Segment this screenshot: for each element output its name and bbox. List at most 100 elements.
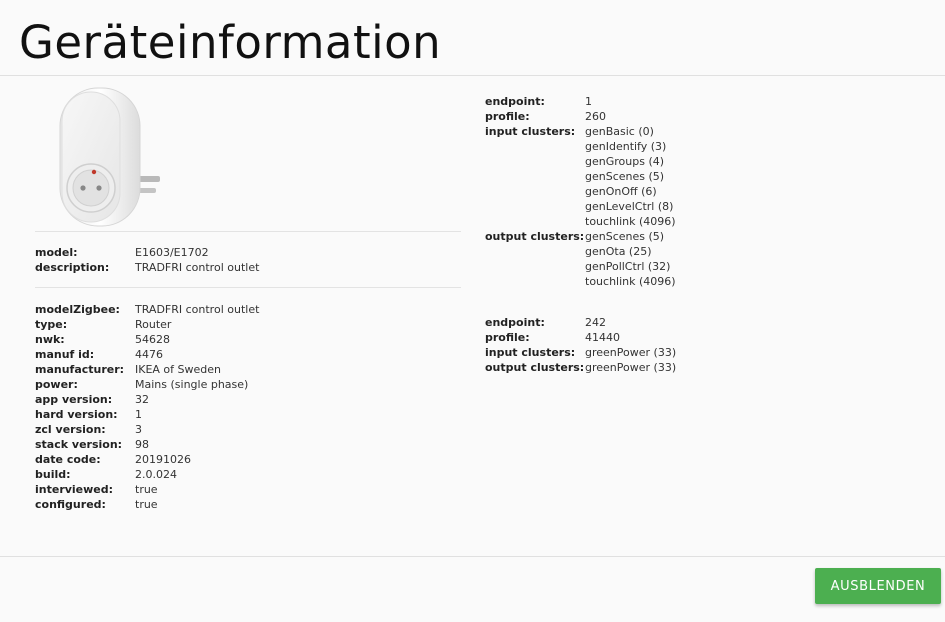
detail-key: configured: — [35, 498, 106, 511]
endpoint-value: 1 — [585, 95, 592, 108]
input-clusters-row: input clusters: genBasic (0) — [485, 124, 676, 139]
output-clusters-row: output clusters: greenPower (33) — [485, 360, 676, 375]
detail-row: nwk: 54628 — [35, 332, 259, 347]
detail-row: manufacturer: IKEA of Sweden — [35, 362, 259, 377]
cluster-item: genScenes (5) — [585, 230, 665, 243]
detail-value: IKEA of Sweden — [135, 363, 221, 376]
summary-divider — [35, 287, 461, 288]
detail-key: modelZigbee: — [35, 303, 120, 316]
profile-value: 41440 — [585, 331, 620, 344]
detail-value: 2.0.024 — [135, 468, 177, 481]
detail-key: manufacturer: — [35, 363, 125, 376]
smart-plug-image — [59, 87, 160, 227]
detail-row: interviewed: true — [35, 482, 259, 497]
detail-key: build: — [35, 468, 71, 481]
cluster-item: genOnOff (6) — [585, 185, 657, 198]
detail-key: power: — [35, 378, 78, 391]
cluster-item: greenPower (33) — [585, 361, 677, 374]
details-table: modelZigbee: TRADFRI control outlet type:… — [35, 302, 259, 512]
summary-row-description: description: TRADFRI control outlet — [35, 260, 259, 275]
output-clusters-key: output clusters: — [485, 361, 585, 374]
detail-key: hard version: — [35, 408, 118, 421]
detail-value: TRADFRI control outlet — [135, 303, 260, 316]
detail-row: zcl version: 3 — [35, 422, 259, 437]
detail-row: modelZigbee: TRADFRI control outlet — [35, 302, 259, 317]
detail-value: true — [135, 483, 158, 496]
model-key: model: — [35, 246, 78, 259]
input-clusters-row: genLevelCtrl (8) — [485, 199, 676, 214]
cluster-item: genIdentify (3) — [585, 140, 667, 153]
detail-value: 32 — [135, 393, 149, 406]
input-clusters-row: touchlink (4096) — [485, 214, 676, 229]
detail-value: Mains (single phase) — [135, 378, 249, 391]
cluster-item: touchlink (4096) — [585, 215, 676, 228]
input-clusters-row: genIdentify (3) — [485, 139, 676, 154]
detail-row: stack version: 98 — [35, 437, 259, 452]
detail-key: interviewed: — [35, 483, 114, 496]
output-clusters-row: genPollCtrl (32) — [485, 259, 676, 274]
input-clusters-row: genOnOff (6) — [485, 184, 676, 199]
detail-row: manuf id: 4476 — [35, 347, 259, 362]
endpoint-242-table: endpoint: 242 profile: 41440 input cluster… — [485, 315, 676, 375]
input-clusters-row: genGroups (4) — [485, 154, 676, 169]
detail-key: nwk: — [35, 333, 65, 346]
detail-row: power: Mains (single phase) — [35, 377, 259, 392]
output-clusters-row: output clusters: genScenes (5) — [485, 229, 676, 244]
description-value: TRADFRI control outlet — [135, 261, 260, 274]
cluster-item: touchlink (4096) — [585, 275, 676, 288]
detail-key: manuf id: — [35, 348, 95, 361]
detail-key: type: — [35, 318, 68, 331]
input-clusters-key: input clusters: — [485, 125, 576, 138]
summary-table: model: E1603/E1702 description: TRADFRI … — [35, 245, 259, 275]
profile-row: profile: 41440 — [485, 330, 676, 345]
output-clusters-row: touchlink (4096) — [485, 274, 676, 289]
output-clusters-row: genOta (25) — [485, 244, 676, 259]
detail-value: Router — [135, 318, 172, 331]
endpoint-key: endpoint: — [485, 316, 545, 329]
detail-row: date code: 20191026 — [35, 452, 259, 467]
cluster-item: genGroups (4) — [585, 155, 665, 168]
output-clusters-key: output clusters: — [485, 230, 585, 243]
profile-key: profile: — [485, 331, 530, 344]
input-clusters-row: input clusters: greenPower (33) — [485, 345, 676, 360]
dialog-title: Geräteinformation — [19, 16, 442, 69]
model-link[interactable]: E1603/E1702 — [135, 245, 209, 260]
profile-value: 260 — [585, 110, 606, 123]
cluster-item: greenPower (33) — [585, 346, 677, 359]
detail-row: hard version: 1 — [35, 407, 259, 422]
cluster-item: genScenes (5) — [585, 170, 665, 183]
title-divider — [0, 75, 945, 76]
hide-button[interactable]: AUSBLENDEN — [815, 568, 941, 604]
endpoint-1-table: endpoint: 1 profile: 260 input clusters: ge… — [485, 94, 676, 289]
cluster-item: genBasic (0) — [585, 125, 654, 138]
detail-value: true — [135, 498, 158, 511]
detail-row: build: 2.0.024 — [35, 467, 259, 482]
image-divider — [35, 231, 461, 232]
detail-row: app version: 32 — [35, 392, 259, 407]
endpoint-key: endpoint: — [485, 95, 545, 108]
input-clusters-row: genScenes (5) — [485, 169, 676, 184]
detail-value: 98 — [135, 438, 149, 451]
detail-value: 54628 — [135, 333, 170, 346]
profile-row: profile: 260 — [485, 109, 676, 124]
detail-value: 1 — [135, 408, 142, 421]
detail-key: date code: — [35, 453, 101, 466]
detail-key: zcl version: — [35, 423, 106, 436]
cluster-item: genLevelCtrl (8) — [585, 200, 674, 213]
cluster-item: genOta (25) — [585, 245, 652, 258]
detail-row: type: Router — [35, 317, 259, 332]
endpoint-row: endpoint: 242 — [485, 315, 676, 330]
detail-value: 3 — [135, 423, 142, 436]
description-key: description: — [35, 261, 110, 274]
detail-row: configured: true — [35, 497, 259, 512]
footer-divider — [0, 556, 945, 557]
endpoint-value: 242 — [585, 316, 606, 329]
endpoint-row: endpoint: 1 — [485, 94, 676, 109]
summary-row-model: model: E1603/E1702 — [35, 245, 259, 260]
detail-key: stack version: — [35, 438, 123, 451]
detail-value: 4476 — [135, 348, 163, 361]
detail-value: 20191026 — [135, 453, 191, 466]
profile-key: profile: — [485, 110, 530, 123]
input-clusters-key: input clusters: — [485, 346, 576, 359]
cluster-item: genPollCtrl (32) — [585, 260, 671, 273]
